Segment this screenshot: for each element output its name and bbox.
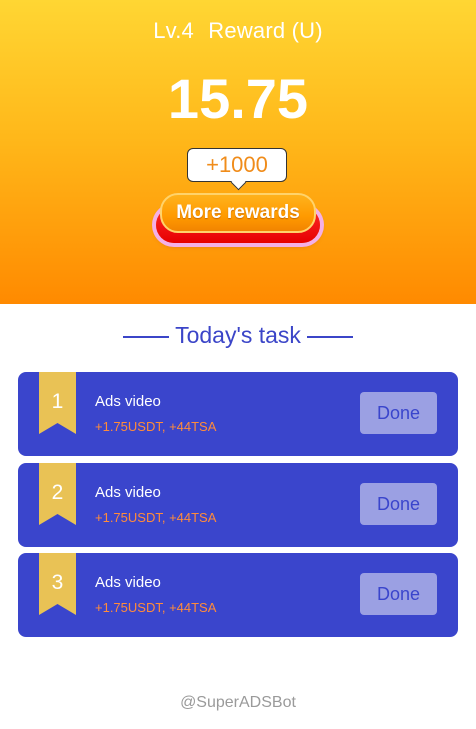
task-name: Ads video bbox=[95, 574, 161, 591]
task-reward: +1.75USDT, +44TSA bbox=[95, 419, 217, 434]
task-card: 2 Ads video +1.75USDT, +44TSA Done bbox=[18, 463, 458, 547]
more-rewards-button[interactable]: More rewards bbox=[160, 193, 316, 233]
reward-header: Lv.4 Reward (U) 15.75 +1000 More rewards bbox=[0, 0, 476, 304]
heading-divider-left bbox=[123, 336, 170, 338]
reward-amount: 15.75 bbox=[167, 67, 309, 130]
task-number: 3 bbox=[51, 571, 64, 594]
level-label: Lv.4 bbox=[153, 18, 194, 43]
task-number: 2 bbox=[51, 481, 64, 504]
heading-divider-right bbox=[306, 336, 353, 338]
bot-handle: @SuperADSBot bbox=[180, 694, 296, 711]
task-reward: +1.75USDT, +44TSA bbox=[95, 600, 217, 615]
done-button[interactable]: Done bbox=[360, 573, 437, 615]
task-name: Ads video bbox=[95, 393, 161, 410]
bonus-bubble: +1000 bbox=[187, 148, 287, 182]
reward-title: Lv.4 Reward (U) bbox=[0, 18, 476, 44]
task-number: 1 bbox=[51, 390, 64, 413]
task-reward: +1.75USDT, +44TSA bbox=[95, 510, 217, 525]
todays-task-title: Today's task bbox=[175, 322, 301, 348]
ribbon-badge: 2 bbox=[39, 463, 76, 525]
done-button[interactable]: Done bbox=[360, 392, 437, 434]
ribbon-badge: 1 bbox=[39, 372, 76, 434]
task-card: 1 Ads video +1.75USDT, +44TSA Done bbox=[18, 372, 458, 456]
todays-task-heading: Today's task bbox=[0, 322, 476, 349]
done-button[interactable]: Done bbox=[360, 483, 437, 525]
task-card: 3 Ads video +1.75USDT, +44TSA Done bbox=[18, 553, 458, 637]
reward-label: Reward (U) bbox=[208, 18, 323, 43]
more-rewards-button-wrap[interactable]: More rewards bbox=[156, 193, 320, 251]
ribbon-badge: 3 bbox=[39, 553, 76, 615]
task-name: Ads video bbox=[95, 484, 161, 501]
